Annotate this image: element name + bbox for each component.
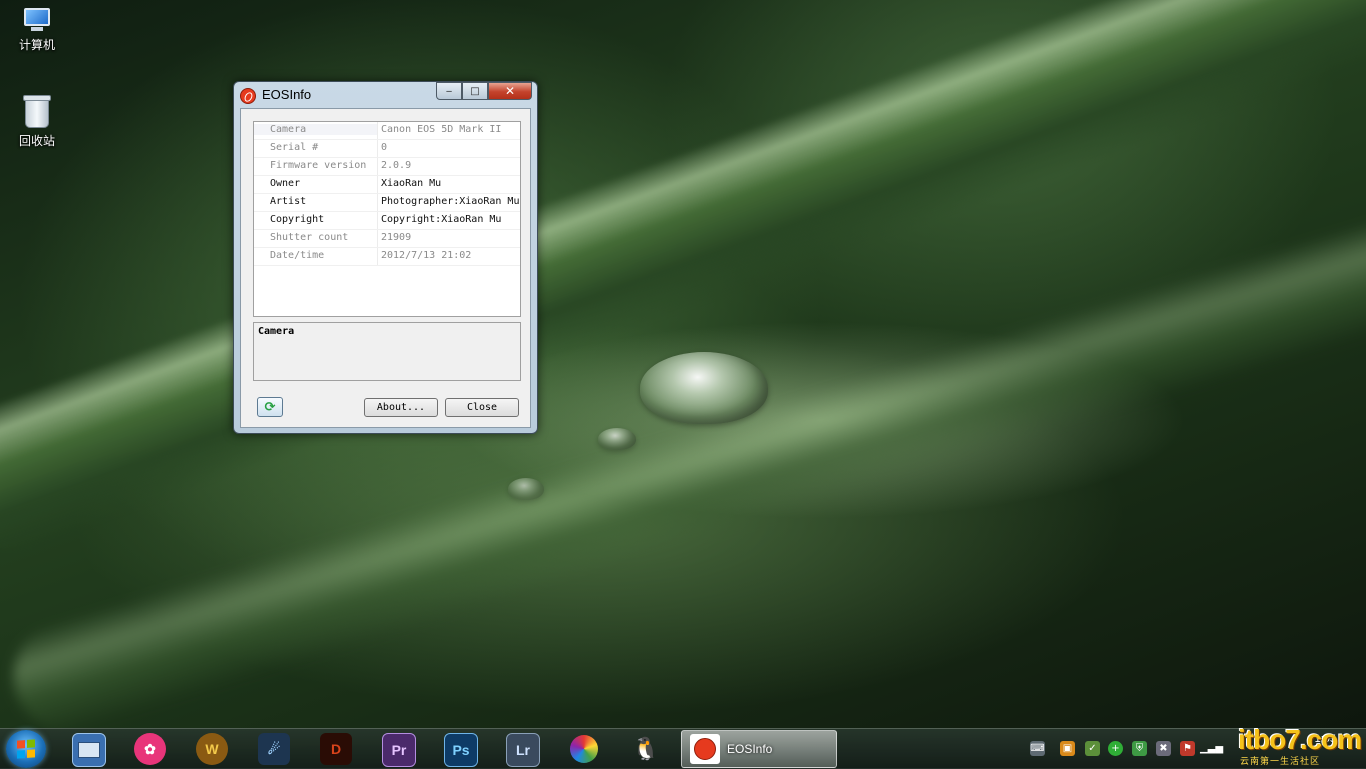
maximize-button[interactable]: □ bbox=[462, 82, 488, 100]
watermark-subtitle: 云南第一生活社区 bbox=[1240, 756, 1321, 766]
wallpaper-water-drop bbox=[508, 478, 544, 500]
taskbar-app-lightroom[interactable]: Lr bbox=[506, 733, 540, 767]
taskbar-app-starcraft[interactable]: ☄ bbox=[258, 733, 290, 765]
property-value: XiaoRan Mu bbox=[381, 178, 442, 189]
taskbar-app-diablo[interactable]: D bbox=[320, 733, 352, 765]
desktop-icon-label: 回收站 bbox=[18, 134, 55, 148]
premiere-icon: Pr bbox=[391, 742, 407, 758]
property-row-camera[interactable]: Camera Canon EOS 5D Mark II bbox=[254, 122, 520, 140]
property-value: 2012/7/13 21:02 bbox=[381, 250, 472, 261]
wallpaper-water-drop bbox=[640, 352, 768, 424]
refresh-icon: ⟳ bbox=[264, 399, 276, 415]
taskbar-app-color-wheel[interactable] bbox=[568, 733, 600, 765]
property-row-shutter-count[interactable]: Shutter count 21909 bbox=[254, 230, 520, 248]
desktop-icon-label: 计算机 bbox=[18, 38, 55, 52]
watermark-logo-text: itbo7.com bbox=[1238, 724, 1362, 755]
eosinfo-app-icon bbox=[240, 88, 256, 104]
property-key: Firmware version bbox=[270, 160, 367, 171]
minimize-button[interactable]: ‒ bbox=[436, 82, 462, 100]
diablo-icon: D bbox=[330, 741, 342, 757]
eosinfo-app-icon bbox=[690, 734, 720, 764]
property-row-firmware[interactable]: Firmware version 2.0.9 bbox=[254, 158, 520, 176]
property-grid[interactable]: Camera Canon EOS 5D Mark II Serial # 0 F… bbox=[253, 121, 521, 317]
file-manager-icon bbox=[78, 742, 100, 758]
color-wheel-icon bbox=[570, 735, 598, 763]
property-key: Date/time bbox=[270, 250, 325, 261]
refresh-button[interactable]: ⟳ bbox=[257, 397, 283, 417]
window-titlebar[interactable]: EOSInfo ‒ □ ✕ bbox=[234, 82, 537, 108]
property-key: Serial # bbox=[270, 142, 319, 153]
start-button[interactable] bbox=[6, 730, 46, 768]
world-of-warcraft-icon: W bbox=[205, 741, 219, 757]
photoshop-icon: Ps bbox=[452, 742, 470, 758]
caption-buttons: ‒ □ ✕ bbox=[436, 82, 532, 100]
flower-app-icon: ✿ bbox=[144, 740, 156, 757]
close-button[interactable]: Close bbox=[445, 398, 519, 417]
recycle-bin-icon bbox=[23, 95, 51, 128]
property-key: Owner bbox=[270, 178, 301, 189]
property-row-owner[interactable]: Owner XiaoRan Mu bbox=[254, 176, 520, 194]
taskbar-app-wow[interactable]: W bbox=[196, 733, 228, 765]
taskbar-app-premiere[interactable]: Pr bbox=[382, 733, 416, 767]
property-description-panel: Camera bbox=[253, 322, 521, 381]
window-title: EOSInfo bbox=[262, 87, 312, 102]
about-button[interactable]: About... bbox=[364, 398, 438, 417]
flag-action-center-icon[interactable]: ⚑ bbox=[1180, 741, 1195, 756]
property-row-serial[interactable]: Serial # 0 bbox=[254, 140, 520, 158]
computer-icon bbox=[22, 8, 52, 32]
eosinfo-window: EOSInfo ‒ □ ✕ Camera Canon EOS 5D Mark I… bbox=[233, 81, 538, 434]
wallpaper-water-drop bbox=[598, 428, 636, 450]
qq-penguin-icon: 🐧 bbox=[632, 736, 660, 761]
property-row-datetime[interactable]: Date/time 2012/7/13 21:02 bbox=[254, 248, 520, 266]
property-value: Photographer:XiaoRan Mu bbox=[381, 196, 520, 207]
property-value: 2.0.9 bbox=[381, 160, 412, 171]
property-key: Shutter count bbox=[270, 232, 349, 243]
desktop-icon-recycle-bin[interactable]: 回收站 bbox=[1, 95, 73, 149]
shield-icon[interactable]: ⛨ bbox=[1132, 741, 1147, 756]
keyboard-icon[interactable]: ⌨ bbox=[1030, 741, 1045, 756]
property-value: Copyright:XiaoRan Mu bbox=[381, 214, 502, 225]
taskbar-task-label: EOSInfo bbox=[727, 742, 773, 756]
property-value: Canon EOS 5D Mark II bbox=[381, 124, 502, 135]
property-row-copyright[interactable]: Copyright Copyright:XiaoRan Mu bbox=[254, 212, 520, 230]
network-icon[interactable]: ✖ bbox=[1156, 741, 1171, 756]
window-client-area: Camera Canon EOS 5D Mark II Serial # 0 F… bbox=[240, 108, 531, 428]
taskbar-app-photoshop[interactable]: Ps bbox=[444, 733, 478, 767]
desktop-wallpaper: 计算机 回收站 EOSInfo ‒ □ ✕ Camera Canon EOS 5… bbox=[0, 0, 1366, 768]
lightroom-icon: Lr bbox=[516, 742, 530, 758]
desktop-icon-computer[interactable]: 计算机 bbox=[1, 8, 73, 53]
property-description-title: Camera bbox=[258, 326, 295, 337]
security-plus-icon[interactable]: + bbox=[1108, 741, 1123, 756]
site-watermark: itbo7.com 云南第一生活社区 bbox=[1238, 724, 1364, 766]
taskbar-app-flower[interactable]: ✿ bbox=[134, 733, 166, 765]
property-value: 21909 bbox=[381, 232, 412, 243]
close-window-button[interactable]: ✕ bbox=[488, 82, 532, 100]
property-value: 0 bbox=[381, 142, 388, 153]
property-key: Copyright bbox=[270, 214, 325, 225]
property-key: Camera bbox=[254, 124, 378, 135]
taskbar: ✿ W ☄ D Pr Ps Lr 🐧 EOSInfo ⌨ ▣ ✓ + ⛨ ✖ ⚑… bbox=[0, 728, 1366, 769]
taskbar-task-eosinfo[interactable]: EOSInfo bbox=[681, 730, 837, 768]
windows-logo-icon bbox=[17, 739, 35, 759]
taskbar-app-qq[interactable]: 🐧 bbox=[630, 733, 662, 765]
property-key: Artist bbox=[270, 196, 307, 207]
property-row-artist[interactable]: Artist Photographer:XiaoRan Mu bbox=[254, 194, 520, 212]
package-icon[interactable]: ▣ bbox=[1060, 741, 1075, 756]
network-status-icon[interactable]: ✓ bbox=[1085, 741, 1100, 756]
starcraft-icon: ☄ bbox=[267, 740, 281, 757]
signal-icon[interactable]: ▁▃▅ bbox=[1200, 741, 1223, 756]
taskbar-app-file-manager[interactable] bbox=[72, 733, 106, 767]
